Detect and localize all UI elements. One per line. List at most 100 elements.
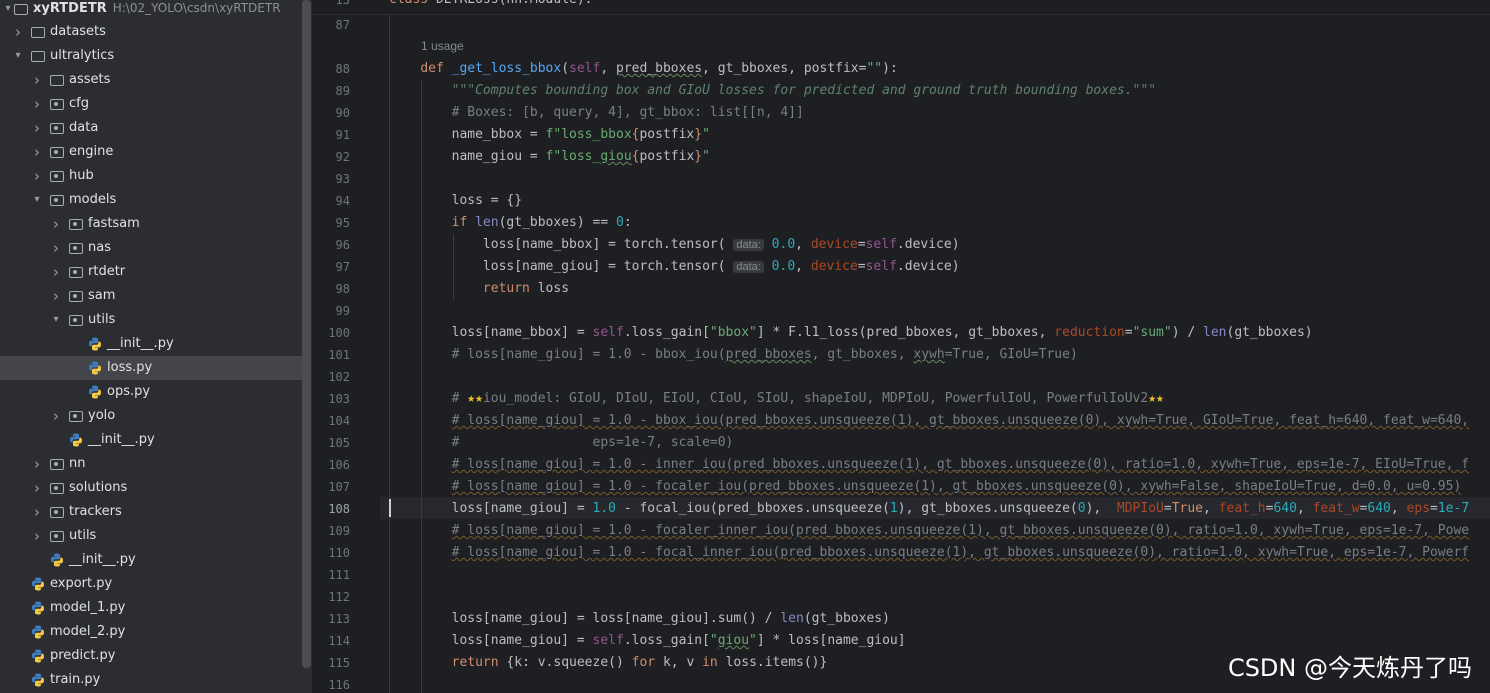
tree-item-nn[interactable]: › nn bbox=[0, 452, 302, 476]
code-editor[interactable]: 87 88 89 90 91 92 93 94 95 96 97 98 99 100 101 102 103 10… bbox=[312, 0, 1490, 693]
chevron-right-icon[interactable]: › bbox=[31, 145, 43, 160]
line-number: 114 bbox=[328, 634, 350, 648]
tree-item-init-py[interactable]: __init__.py bbox=[0, 332, 302, 356]
folder-icon bbox=[31, 27, 45, 38]
package-folder-icon bbox=[50, 123, 64, 134]
package-folder-icon bbox=[69, 411, 83, 422]
tree-item-data[interactable]: › data bbox=[0, 116, 302, 140]
tree-item-rtdetr[interactable]: › rtdetr bbox=[0, 260, 302, 284]
code-line-89: """Computes bounding box and GIoU losses… bbox=[451, 83, 1157, 98]
tree-item-label: nas bbox=[88, 240, 111, 255]
python-file-icon bbox=[89, 385, 101, 399]
chevron-right-icon[interactable]: › bbox=[31, 169, 43, 184]
chevron-down-icon[interactable]: ▾ bbox=[12, 50, 24, 62]
sidebar-scrollbar-thumb[interactable] bbox=[302, 0, 311, 668]
chevron-right-icon[interactable]: › bbox=[50, 217, 62, 232]
tree-item-sam[interactable]: › sam bbox=[0, 284, 302, 308]
chevron-down-icon[interactable]: ▾ bbox=[31, 194, 43, 206]
chevron-right-icon[interactable]: › bbox=[31, 457, 43, 472]
tree-item-train-py[interactable]: train.py bbox=[0, 668, 302, 692]
tree-item-datasets[interactable]: › datasets bbox=[0, 20, 302, 44]
chevron-down-icon[interactable]: ▾ bbox=[50, 314, 62, 326]
tree-item-yolo[interactable]: › yolo bbox=[0, 404, 302, 428]
tree-item-engine[interactable]: › engine bbox=[0, 140, 302, 164]
python-file-icon bbox=[51, 553, 63, 567]
package-folder-icon bbox=[50, 531, 64, 542]
usage-hint[interactable]: 1 usage bbox=[421, 39, 464, 53]
chevron-right-icon[interactable]: › bbox=[31, 97, 43, 112]
text-caret bbox=[389, 499, 391, 517]
code-line-88: def _get_loss_bbox(self, pred_bboxes, gt… bbox=[420, 61, 898, 76]
line-number: 90 bbox=[335, 106, 350, 120]
chevron-right-icon[interactable]: › bbox=[12, 25, 24, 40]
chevron-right-icon[interactable]: › bbox=[50, 289, 62, 304]
code-line-109: # loss[name_giou] = 1.0 - focaler_inner_… bbox=[451, 523, 1470, 538]
tree-item-nas[interactable]: › nas bbox=[0, 236, 302, 260]
line-number: 87 bbox=[335, 18, 350, 32]
tree-item-label: __init__.py bbox=[88, 432, 155, 447]
tree-item-label: utils bbox=[69, 528, 97, 543]
chevron-right-icon[interactable]: › bbox=[31, 481, 43, 496]
line-number: 92 bbox=[335, 150, 350, 164]
tree-item-label: __init__.py bbox=[69, 552, 136, 567]
code-line-92: name_giou = f"loss_giou{postfix}" bbox=[389, 149, 710, 164]
tree-item-trackers[interactable]: › trackers bbox=[0, 500, 302, 524]
tree-item-init-py[interactable]: __init__.py bbox=[0, 548, 302, 572]
tree-item-hub[interactable]: › hub bbox=[0, 164, 302, 188]
sticky-scroll-header[interactable]: 13 class DETRLoss(nn.Module): bbox=[312, 0, 1490, 15]
tree-item-ultralytics[interactable]: ▾ ultralytics bbox=[0, 44, 302, 68]
code-line-106: # loss[name_giou] = 1.0 - inner_iou(pred… bbox=[451, 457, 1470, 472]
chevron-right-icon[interactable]: › bbox=[31, 529, 43, 544]
code-line-103: # ★★iou_model: GIoU, DIoU, EIoU, CIoU, S… bbox=[451, 391, 1164, 406]
line-number: 91 bbox=[335, 128, 350, 142]
code-line-104: # loss[name_giou] = 1.0 - bbox_iou(pred_… bbox=[451, 413, 1470, 428]
code-line-101: # loss[name_giou] = 1.0 - bbox_iou(pred_… bbox=[451, 347, 1078, 362]
tree-item-utils[interactable]: › utils bbox=[0, 524, 302, 548]
csdn-watermark: CSDN @今天炼丹了吗 bbox=[1227, 654, 1472, 682]
chevron-right-icon[interactable]: › bbox=[50, 409, 62, 424]
line-number: 107 bbox=[328, 480, 350, 494]
chevron-right-icon[interactable]: › bbox=[31, 505, 43, 520]
code-line-114: loss[name_giou] = self.loss_gain["giou"]… bbox=[389, 633, 906, 648]
tree-item-label: nn bbox=[69, 456, 86, 471]
line-number: 97 bbox=[335, 260, 350, 274]
tree-item-label: __init__.py bbox=[107, 336, 174, 351]
tree-item-models[interactable]: ▾ models bbox=[0, 188, 302, 212]
tree-item-init-py[interactable]: __init__.py bbox=[0, 428, 302, 452]
line-number: 103 bbox=[328, 392, 350, 406]
tree-item-loss-py[interactable]: loss.py bbox=[0, 356, 302, 380]
package-folder-icon bbox=[50, 171, 64, 182]
tree-item-label: assets bbox=[69, 72, 111, 87]
package-folder-icon bbox=[69, 243, 83, 254]
tree-item-assets[interactable]: › assets bbox=[0, 68, 302, 92]
tree-item-model-1-py[interactable]: model_1.py bbox=[0, 596, 302, 620]
code-line-98: return loss bbox=[482, 281, 570, 296]
tree-item-utils[interactable]: ▾ utils bbox=[0, 308, 302, 332]
project-root[interactable]: ▾ xyRTDETR H:\02_YOLO\csdn\xyRTDETR bbox=[0, 0, 302, 21]
python-file-icon bbox=[32, 601, 44, 615]
tree-item-predict-py[interactable]: predict.py bbox=[0, 644, 302, 668]
tree-item-fastsam[interactable]: › fastsam bbox=[0, 212, 302, 236]
tree-item-label: rtdetr bbox=[88, 264, 126, 279]
tree-item-cfg[interactable]: › cfg bbox=[0, 92, 302, 116]
chevron-right-icon[interactable]: › bbox=[31, 121, 43, 136]
line-number: 96 bbox=[335, 238, 350, 252]
package-folder-icon bbox=[50, 483, 64, 494]
line-number: 116 bbox=[328, 678, 350, 692]
line-number: 112 bbox=[328, 590, 350, 604]
tree-item-export-py[interactable]: export.py bbox=[0, 572, 302, 596]
tree-item-model-2-py[interactable]: model_2.py bbox=[0, 620, 302, 644]
project-path: H:\02_YOLO\csdn\xyRTDETR bbox=[112, 1, 281, 15]
line-number: 109 bbox=[328, 524, 350, 538]
line-number: 99 bbox=[335, 304, 350, 318]
tree-item-solutions[interactable]: › solutions bbox=[0, 476, 302, 500]
tree-item-label: utils bbox=[88, 312, 116, 327]
chevron-right-icon[interactable]: › bbox=[50, 265, 62, 280]
chevron-down-icon[interactable]: ▾ bbox=[2, 3, 14, 15]
project-name: xyRTDETR bbox=[33, 1, 107, 16]
code-line-97: loss[name_giou] = torch.tensor( data: 0.… bbox=[389, 259, 960, 274]
chevron-right-icon[interactable]: › bbox=[31, 73, 43, 88]
chevron-right-icon[interactable]: › bbox=[50, 241, 62, 256]
line-number: 104 bbox=[328, 414, 350, 428]
tree-item-ops-py[interactable]: ops.py bbox=[0, 380, 302, 404]
